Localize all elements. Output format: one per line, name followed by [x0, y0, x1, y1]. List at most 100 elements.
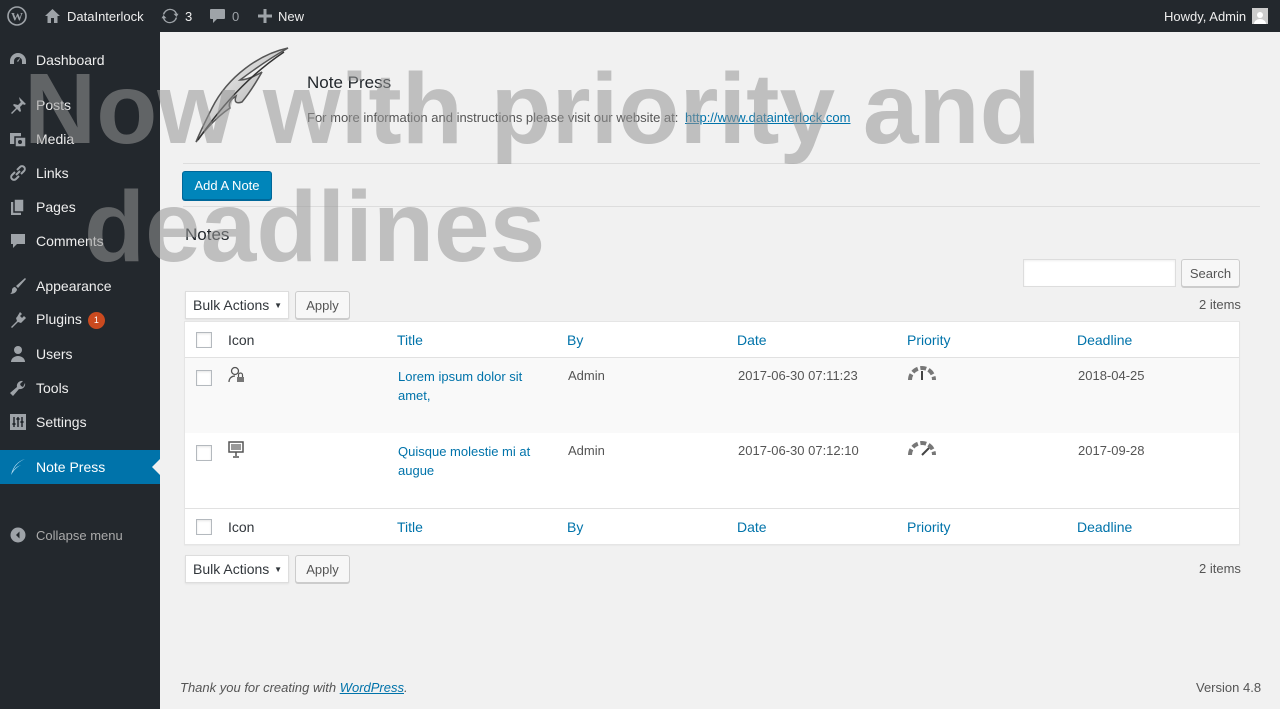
updates-link[interactable]: 3 — [161, 0, 192, 32]
note-title-link[interactable]: Lorem ipsum dolor sit amet, — [398, 367, 548, 405]
dropdown-arrow-icon: ▼ — [274, 301, 282, 310]
apply-button-bottom[interactable]: Apply — [295, 555, 350, 583]
column-date-sort[interactable]: Date — [737, 519, 767, 535]
pin-icon — [9, 96, 27, 114]
site-name-link[interactable]: DataInterlock — [44, 0, 144, 32]
search-input[interactable] — [1023, 259, 1176, 287]
menu-item-links[interactable]: Links — [0, 156, 160, 190]
menu-item-note-press[interactable]: Note Press — [0, 450, 160, 484]
column-deadline-sort[interactable]: Deadline — [1077, 519, 1132, 535]
select-all-checkbox-bottom[interactable] — [196, 519, 212, 535]
plus-icon — [258, 9, 272, 23]
note-deadline: 2018-04-25 — [1078, 368, 1145, 383]
brush-icon — [9, 277, 27, 295]
column-date-sort[interactable]: Date — [737, 332, 767, 348]
table-row: Quisque molestie mi at augue Admin 2017-… — [185, 433, 1239, 508]
table-header: Icon Title By Date Priority Deadline — [185, 322, 1239, 358]
dropdown-arrow-icon: ▼ — [274, 565, 282, 574]
collapse-menu-button[interactable]: Collapse menu — [0, 518, 160, 552]
admin-menu: Dashboard Posts Media Links Pages Commen… — [0, 32, 160, 709]
divider-bottom — [183, 206, 1260, 207]
feather-icon — [9, 458, 27, 476]
gauge-high-icon — [907, 441, 937, 460]
plugin-info: For more information and instructions pl… — [307, 110, 851, 125]
website-link[interactable]: http://www.datainterlock.com — [685, 110, 850, 125]
admin-bar: W DataInterlock 3 0 New Howdy, Admin — [0, 0, 1280, 32]
note-deadline: 2017-09-28 — [1078, 443, 1145, 458]
notes-table: Icon Title By Date Priority Deadline Lor… — [184, 321, 1240, 545]
gauge-medium-icon — [907, 366, 937, 385]
items-count-bottom: 2 items — [1199, 561, 1241, 576]
note-press-logo — [190, 46, 292, 144]
row-checkbox[interactable] — [196, 370, 212, 386]
menu-item-plugins[interactable]: Plugins 1 — [0, 303, 160, 337]
column-priority-sort[interactable]: Priority — [907, 519, 951, 535]
user-icon — [9, 345, 27, 363]
menu-item-media[interactable]: Media — [0, 122, 160, 156]
menu-item-posts[interactable]: Posts — [0, 88, 160, 122]
table-row: Lorem ipsum dolor sit amet, Admin 2017-0… — [185, 358, 1239, 433]
comments-link[interactable]: 0 — [209, 0, 239, 32]
monitor-icon — [228, 441, 246, 462]
footer-version: Version 4.8 — [1196, 680, 1262, 695]
home-icon — [45, 9, 60, 23]
bulk-actions-select-top[interactable]: Bulk Actions ▼ — [185, 291, 289, 319]
column-by-sort[interactable]: By — [567, 519, 583, 535]
wrench-icon — [9, 379, 27, 397]
wordpress-logo-icon[interactable]: W — [7, 0, 27, 32]
column-priority-sort[interactable]: Priority — [907, 332, 951, 348]
table-footer: Icon Title By Date Priority Deadline — [185, 508, 1239, 544]
select-all-checkbox-top[interactable] — [196, 332, 212, 348]
link-icon — [9, 164, 27, 182]
apply-button-top[interactable]: Apply — [295, 291, 350, 319]
updates-count: 3 — [185, 8, 193, 24]
row-checkbox[interactable] — [196, 445, 212, 461]
my-account-link[interactable]: Howdy, Admin — [1164, 0, 1269, 32]
settings-icon — [9, 413, 27, 431]
menu-item-tools[interactable]: Tools — [0, 371, 160, 405]
new-content-link[interactable]: New — [258, 0, 304, 32]
column-deadline-sort[interactable]: Deadline — [1077, 332, 1132, 348]
plugin-icon — [9, 311, 27, 329]
new-label: New — [278, 8, 305, 24]
wordpress-link[interactable]: WordPress — [340, 680, 404, 695]
avatar — [1252, 8, 1269, 24]
svg-text:W: W — [11, 10, 23, 24]
menu-item-pages[interactable]: Pages — [0, 190, 160, 224]
add-note-button[interactable]: Add A Note — [182, 171, 272, 200]
column-by-sort[interactable]: By — [567, 332, 583, 348]
menu-item-users[interactable]: Users — [0, 337, 160, 371]
dashboard-icon — [9, 51, 27, 69]
column-title-sort[interactable]: Title — [397, 519, 423, 535]
items-count-top: 2 items — [1199, 297, 1241, 312]
comment-icon — [9, 232, 27, 250]
note-author: Admin — [568, 368, 605, 383]
user-lock-icon — [228, 366, 246, 387]
footer-thanks: Thank you for creating with WordPress. — [180, 680, 408, 695]
media-icon — [9, 130, 27, 148]
menu-item-appearance[interactable]: Appearance — [0, 269, 160, 303]
menu-item-settings[interactable]: Settings — [0, 405, 160, 439]
comments-count: 0 — [232, 8, 240, 24]
note-date: 2017-06-30 07:12:10 — [738, 443, 859, 458]
collapse-arrow-icon — [9, 526, 27, 544]
note-author: Admin — [568, 443, 605, 458]
bulk-actions-select-bottom[interactable]: Bulk Actions ▼ — [185, 555, 289, 583]
greeting: Howdy, Admin — [1164, 8, 1247, 24]
site-name: DataInterlock — [67, 8, 144, 24]
comment-bubble-icon — [210, 9, 225, 23]
pages-icon — [9, 198, 27, 216]
column-icon: Icon — [228, 332, 255, 348]
note-title-link[interactable]: Quisque molestie mi at augue — [398, 442, 548, 480]
divider-top — [183, 163, 1260, 164]
column-title-sort[interactable]: Title — [397, 332, 423, 348]
main-content: Note Press For more information and inst… — [160, 32, 1280, 709]
menu-item-dashboard[interactable]: Dashboard — [0, 43, 160, 77]
plugins-update-badge: 1 — [87, 311, 105, 329]
plugin-title: Note Press — [307, 73, 392, 92]
active-pointer — [152, 459, 160, 475]
column-icon: Icon — [228, 519, 255, 535]
search-button[interactable]: Search — [1181, 259, 1240, 287]
menu-item-comments[interactable]: Comments — [0, 224, 160, 258]
note-date: 2017-06-30 07:11:23 — [738, 368, 858, 383]
